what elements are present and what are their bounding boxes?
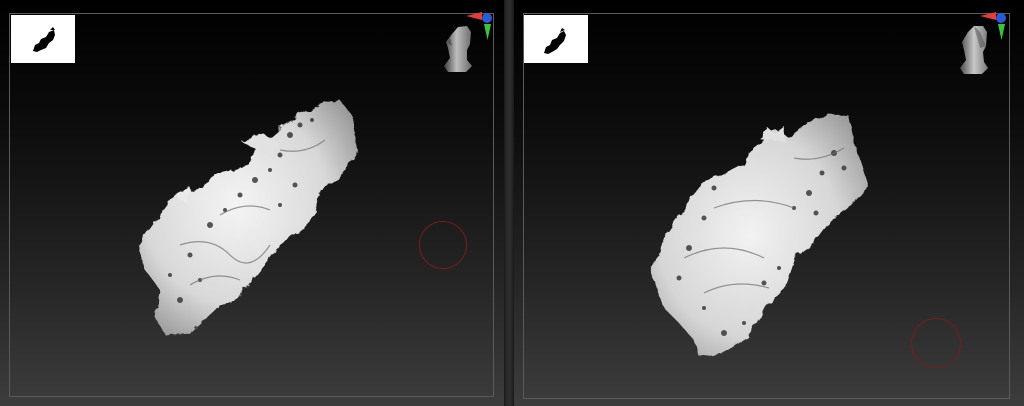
axis-z-icon	[482, 13, 492, 23]
axis-x-icon	[980, 12, 996, 20]
axis-y-icon	[484, 24, 491, 40]
silhouette-thumbnail-icon[interactable]	[524, 15, 588, 63]
head-navigation-icon[interactable]	[436, 12, 496, 82]
axis-z-icon	[996, 13, 1006, 23]
brush-cursor-icon	[419, 221, 467, 269]
sculpt-mesh[interactable]	[644, 108, 884, 363]
viewport-left[interactable]	[0, 0, 504, 406]
brush-cursor-icon	[911, 318, 961, 368]
viewport-divider[interactable]	[504, 0, 514, 406]
viewport-right[interactable]	[514, 0, 1024, 406]
axis-x-icon	[466, 12, 482, 20]
axis-y-icon	[998, 24, 1005, 40]
sculpt-mesh[interactable]	[130, 95, 370, 345]
silhouette-thumbnail-icon[interactable]	[11, 15, 75, 63]
head-navigation-icon[interactable]	[950, 12, 1010, 82]
